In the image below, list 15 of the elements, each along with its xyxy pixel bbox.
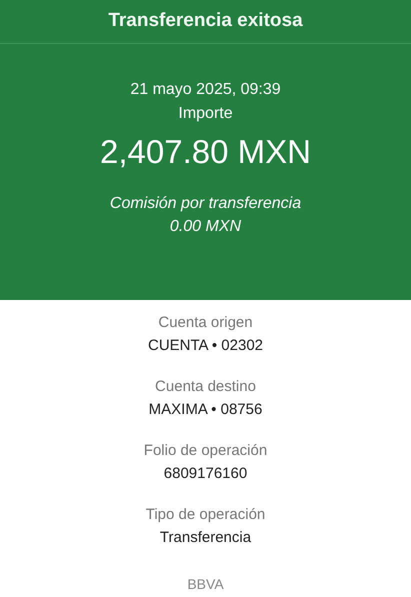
detail-value: MAXIMA • 08756 — [148, 400, 264, 420]
fee-label: Comisión por transferencia — [108, 194, 302, 214]
detail-label: Folio de operación — [142, 441, 268, 461]
fee-amount: 0.00 MXN — [168, 217, 242, 237]
detail-value: 6809176160 — [162, 464, 248, 484]
detail-label: Cuenta destino — [154, 377, 257, 397]
transfer-amount: 2,407.80 MXN — [99, 132, 312, 172]
detail-label: Tipo de operación — [144, 505, 266, 525]
bank-name: BBVA — [186, 575, 225, 594]
screen-title: Transferencia exitosa — [108, 9, 303, 34]
amount-label: Importe — [177, 104, 234, 124]
detail-value: CUENTA • 02302 — [146, 336, 264, 356]
detail-value: Transferencia — [158, 528, 252, 548]
transfer-datetime: 21 mayo 2025, 09:39 — [129, 80, 282, 100]
detail-label: Cuenta origen — [157, 313, 254, 333]
